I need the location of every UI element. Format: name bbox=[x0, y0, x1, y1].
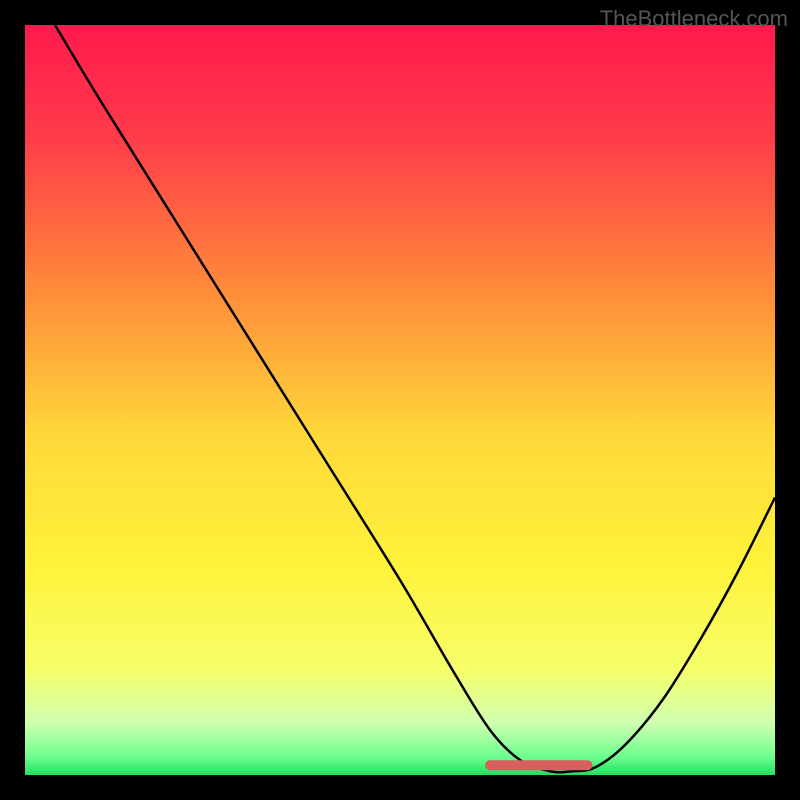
chart-svg bbox=[25, 25, 775, 775]
watermark-text: TheBottleneck.com bbox=[600, 6, 788, 32]
gradient-background bbox=[25, 25, 775, 775]
chart-canvas bbox=[25, 25, 775, 775]
